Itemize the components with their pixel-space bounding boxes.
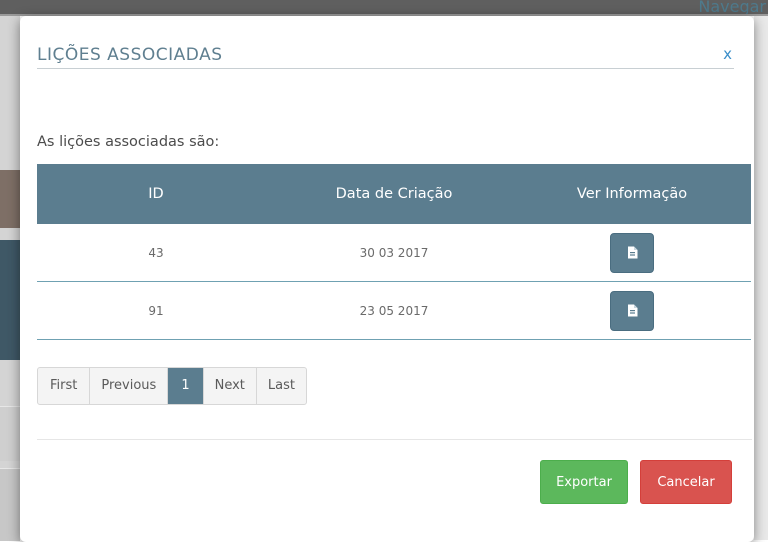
- intro-text: As lições associadas são:: [37, 134, 220, 150]
- column-header-info: Ver Informação: [513, 164, 751, 224]
- background-right-column: [754, 16, 768, 540]
- cell-date: 23 05 2017: [275, 281, 513, 340]
- modal-header: LIÇÕES ASSOCIADAS x: [37, 44, 734, 69]
- view-info-button[interactable]: [610, 232, 654, 273]
- table-row: 91 23 05 2017: [37, 281, 751, 340]
- background-topbar: [0, 0, 768, 14]
- document-icon: [627, 304, 637, 317]
- background-band: [0, 406, 20, 461]
- cell-date: 30 03 2017: [275, 224, 513, 282]
- document-icon: [627, 246, 637, 259]
- pagination: First Previous 1 Next Last: [37, 367, 307, 405]
- pagination-last[interactable]: Last: [257, 368, 306, 404]
- export-button[interactable]: Exportar: [540, 460, 628, 504]
- pagination-previous[interactable]: Previous: [90, 368, 169, 404]
- background-band: [0, 468, 20, 541]
- pagination-page-current[interactable]: 1: [168, 368, 204, 404]
- background-nav-label: Navegar: [698, 0, 766, 14]
- background-left-column: [0, 16, 20, 541]
- column-header-date: Data de Criação: [275, 164, 513, 224]
- view-info-button[interactable]: [610, 290, 654, 331]
- pagination-next[interactable]: Next: [204, 368, 257, 404]
- modal-title: LIÇÕES ASSOCIADAS: [37, 45, 223, 65]
- lessons-table: ID Data de Criação Ver Informação 43 30 …: [37, 164, 751, 340]
- pagination-first[interactable]: First: [38, 368, 91, 404]
- associated-lessons-modal: LIÇÕES ASSOCIADAS x As lições associadas…: [20, 16, 754, 542]
- cell-id: 91: [37, 281, 275, 340]
- footer-divider: [37, 439, 752, 440]
- table-row: 43 30 03 2017: [37, 224, 751, 282]
- background-band: [0, 170, 20, 228]
- cell-id: 43: [37, 224, 275, 282]
- close-button[interactable]: x: [723, 44, 732, 64]
- column-header-id: ID: [37, 164, 275, 224]
- cell-action: [513, 281, 751, 340]
- background-band: [0, 240, 20, 360]
- cell-action: [513, 224, 751, 282]
- table-header-row: ID Data de Criação Ver Informação: [37, 164, 751, 224]
- cancel-button[interactable]: Cancelar: [640, 460, 732, 504]
